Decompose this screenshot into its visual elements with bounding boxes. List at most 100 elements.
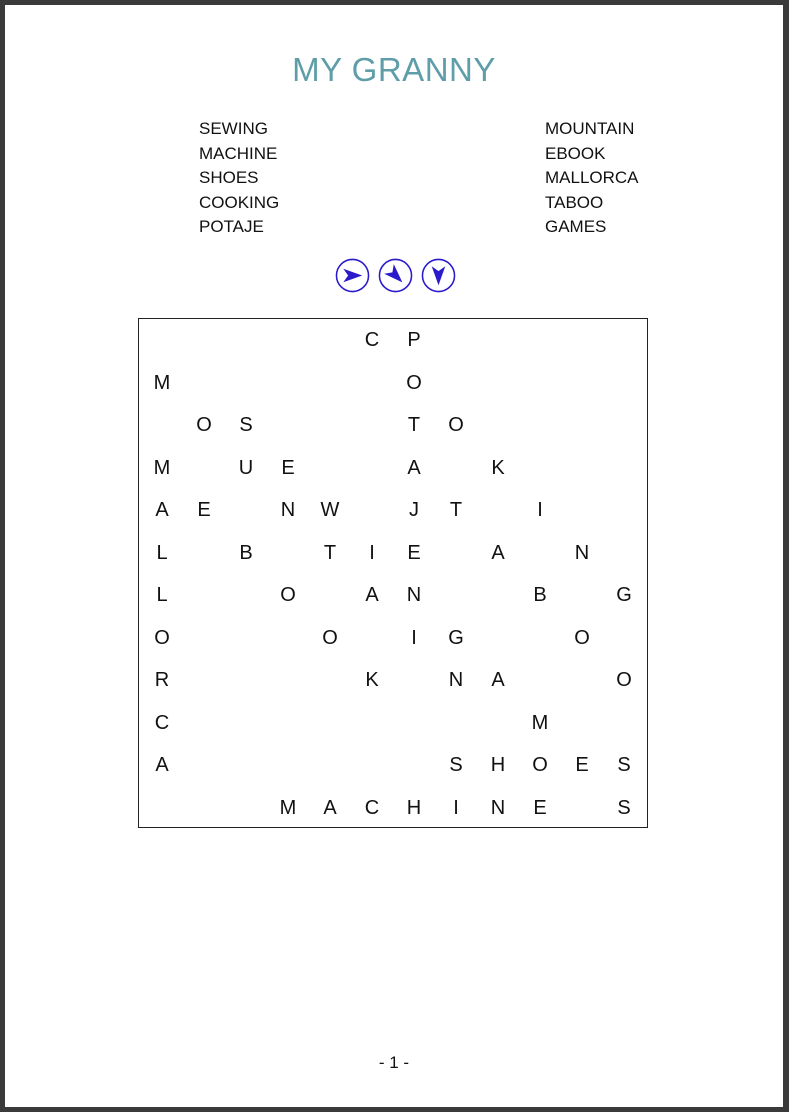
grid-cell[interactable] — [183, 532, 225, 575]
grid-cell[interactable]: B — [519, 574, 561, 617]
grid-cell[interactable] — [225, 362, 267, 405]
grid-cell[interactable]: O — [141, 617, 183, 660]
grid-cell[interactable] — [393, 659, 435, 702]
grid-cell[interactable]: T — [309, 532, 351, 575]
grid-cell[interactable] — [183, 702, 225, 745]
grid-cell[interactable] — [603, 447, 645, 490]
grid-cell[interactable] — [477, 574, 519, 617]
grid-cell[interactable]: A — [477, 659, 519, 702]
grid-cell[interactable]: E — [393, 532, 435, 575]
grid-cell[interactable] — [393, 702, 435, 745]
grid-cell[interactable]: C — [141, 702, 183, 745]
grid-cell[interactable]: C — [351, 787, 393, 830]
grid-cell[interactable]: T — [435, 489, 477, 532]
grid-cell[interactable] — [519, 659, 561, 702]
grid-cell[interactable] — [183, 659, 225, 702]
grid-cell[interactable] — [435, 319, 477, 362]
grid-cell[interactable] — [351, 489, 393, 532]
grid-cell[interactable] — [519, 404, 561, 447]
grid-cell[interactable] — [351, 702, 393, 745]
grid-cell[interactable] — [561, 787, 603, 830]
grid-cell[interactable] — [477, 617, 519, 660]
grid-cell[interactable] — [267, 362, 309, 405]
grid-cell[interactable] — [603, 617, 645, 660]
grid-cell[interactable] — [183, 617, 225, 660]
grid-cell[interactable]: N — [561, 532, 603, 575]
grid-cell[interactable]: J — [393, 489, 435, 532]
grid-cell[interactable]: I — [351, 532, 393, 575]
grid-cell[interactable] — [351, 447, 393, 490]
grid-cell[interactable] — [561, 404, 603, 447]
grid-cell[interactable]: M — [267, 787, 309, 830]
grid-cell[interactable] — [267, 404, 309, 447]
grid-cell[interactable]: M — [519, 702, 561, 745]
grid-cell[interactable] — [603, 404, 645, 447]
grid-cell[interactable] — [225, 489, 267, 532]
grid-cell[interactable]: N — [267, 489, 309, 532]
grid-cell[interactable]: A — [393, 447, 435, 490]
grid-cell[interactable]: S — [603, 787, 645, 830]
grid-cell[interactable] — [267, 659, 309, 702]
grid-cell[interactable] — [267, 744, 309, 787]
grid-cell[interactable]: N — [393, 574, 435, 617]
grid-cell[interactable]: M — [141, 362, 183, 405]
grid-cell[interactable] — [351, 362, 393, 405]
grid-cell[interactable] — [141, 319, 183, 362]
grid-cell[interactable]: G — [603, 574, 645, 617]
grid-cell[interactable] — [603, 532, 645, 575]
grid-cell[interactable]: O — [267, 574, 309, 617]
grid-cell[interactable] — [477, 404, 519, 447]
grid-cell[interactable]: E — [519, 787, 561, 830]
grid-cell[interactable] — [225, 319, 267, 362]
grid-cell[interactable] — [393, 744, 435, 787]
grid-cell[interactable] — [435, 702, 477, 745]
grid-cell[interactable]: O — [435, 404, 477, 447]
grid-cell[interactable]: O — [519, 744, 561, 787]
grid-cell[interactable] — [519, 319, 561, 362]
grid-cell[interactable]: H — [393, 787, 435, 830]
grid-cell[interactable] — [309, 574, 351, 617]
grid-cell[interactable]: N — [477, 787, 519, 830]
grid-cell[interactable] — [183, 744, 225, 787]
grid-cell[interactable] — [225, 617, 267, 660]
grid-cell[interactable] — [267, 702, 309, 745]
grid-cell[interactable] — [519, 532, 561, 575]
grid-cell[interactable] — [603, 489, 645, 532]
grid-cell[interactable] — [225, 702, 267, 745]
grid-cell[interactable] — [225, 787, 267, 830]
grid-cell[interactable] — [561, 489, 603, 532]
grid-cell[interactable] — [435, 447, 477, 490]
grid-cell[interactable] — [561, 362, 603, 405]
grid-cell[interactable] — [561, 447, 603, 490]
grid-cell[interactable] — [183, 447, 225, 490]
grid-cell[interactable]: O — [393, 362, 435, 405]
grid-cell[interactable]: A — [141, 744, 183, 787]
grid-cell[interactable] — [183, 362, 225, 405]
grid-cell[interactable]: A — [351, 574, 393, 617]
grid-cell[interactable]: A — [141, 489, 183, 532]
grid-cell[interactable] — [309, 702, 351, 745]
grid-cell[interactable] — [225, 659, 267, 702]
grid-cell[interactable]: O — [309, 617, 351, 660]
grid-cell[interactable] — [267, 617, 309, 660]
grid-cell[interactable] — [309, 659, 351, 702]
grid-cell[interactable] — [225, 744, 267, 787]
grid-cell[interactable] — [603, 319, 645, 362]
grid-cell[interactable] — [267, 532, 309, 575]
grid-cell[interactable]: U — [225, 447, 267, 490]
grid-cell[interactable]: S — [225, 404, 267, 447]
grid-cell[interactable] — [309, 744, 351, 787]
grid-cell[interactable]: O — [183, 404, 225, 447]
grid-cell[interactable] — [561, 659, 603, 702]
grid-cell[interactable]: G — [435, 617, 477, 660]
grid-cell[interactable] — [477, 319, 519, 362]
grid-cell[interactable] — [267, 319, 309, 362]
grid-cell[interactable] — [183, 574, 225, 617]
grid-cell[interactable]: P — [393, 319, 435, 362]
grid-cell[interactable]: R — [141, 659, 183, 702]
grid-cell[interactable]: I — [393, 617, 435, 660]
grid-cell[interactable] — [561, 319, 603, 362]
grid-cell[interactable]: E — [561, 744, 603, 787]
grid-cell[interactable] — [603, 702, 645, 745]
grid-cell[interactable]: W — [309, 489, 351, 532]
